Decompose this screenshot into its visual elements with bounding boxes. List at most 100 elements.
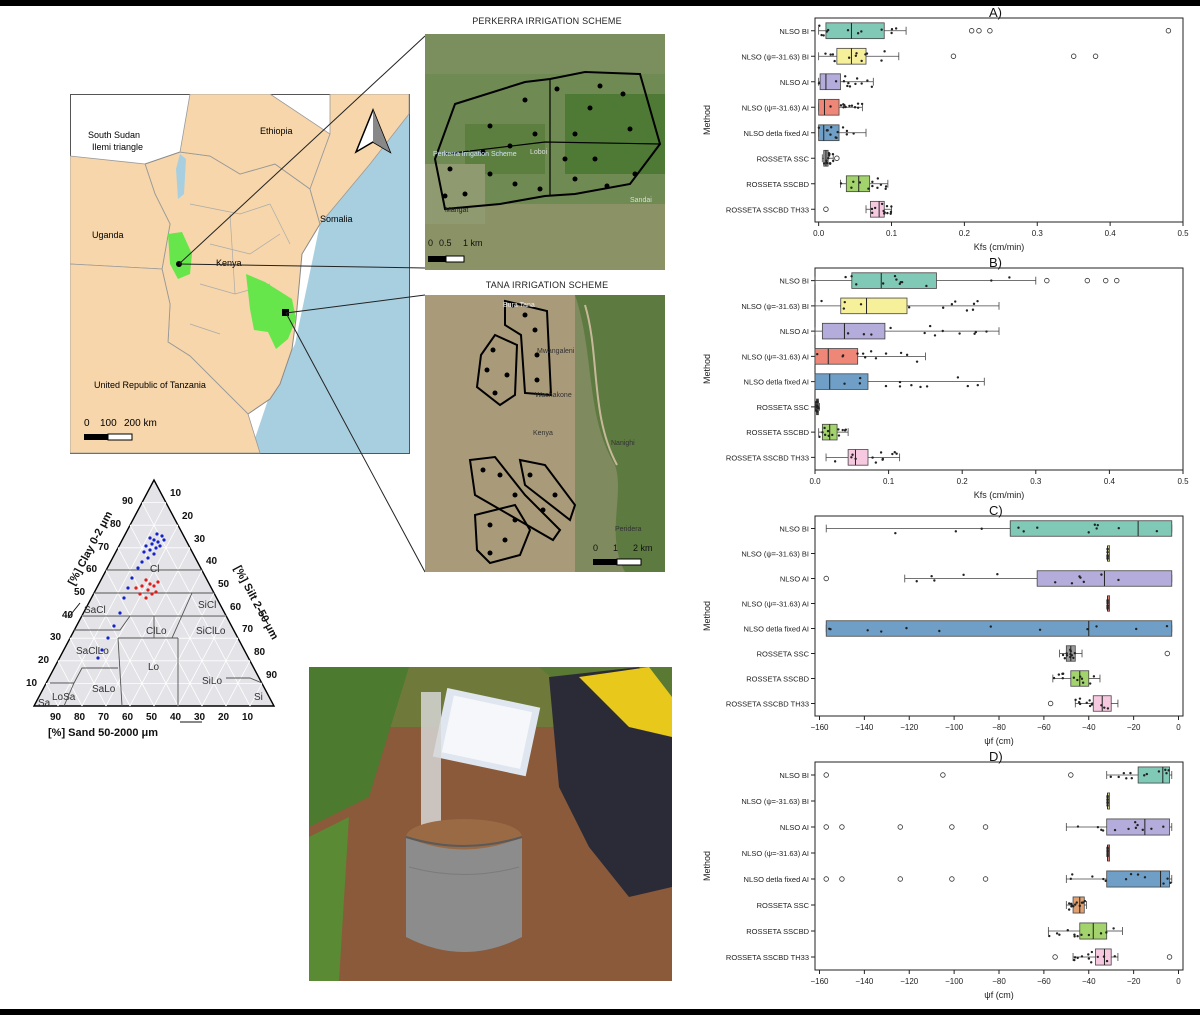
x-axis-label: Kfs (cm/min) xyxy=(974,242,1025,252)
sample-point xyxy=(833,460,837,463)
sample-point xyxy=(814,409,818,412)
x-tick-label: −40 xyxy=(1082,723,1096,732)
sample-point xyxy=(1071,873,1074,876)
sample-point xyxy=(1068,902,1071,905)
svg-text:10: 10 xyxy=(170,488,182,499)
sample-point xyxy=(837,434,841,437)
sample-point xyxy=(856,102,860,105)
sample-point xyxy=(876,186,879,190)
panel-title: C) xyxy=(989,504,1003,518)
sample-point xyxy=(1167,769,1170,772)
sample-point xyxy=(1106,794,1109,798)
sample-point xyxy=(905,353,909,357)
sample-point xyxy=(1057,673,1061,676)
svg-text:30: 30 xyxy=(50,632,62,643)
sample-point xyxy=(1076,935,1079,938)
category-label: NLSO (ψ=-31.63) BI xyxy=(741,302,809,311)
y-axis-label: Method xyxy=(702,851,712,881)
sample-point xyxy=(1134,826,1138,830)
sample-point xyxy=(1106,797,1109,801)
sample-point xyxy=(884,352,888,355)
sample-point xyxy=(822,34,825,37)
sample-point xyxy=(879,183,883,186)
sample-point xyxy=(854,457,857,460)
sample-point xyxy=(1073,958,1076,962)
sample-point xyxy=(860,30,863,33)
sample-point xyxy=(843,75,847,78)
sample-point xyxy=(880,202,884,206)
sample-point xyxy=(976,383,979,387)
boxplot-panel-b: B) 0.0 0.1 0.2 0.3 0.4 0.5 Kfs (cm/min) Method NL… xyxy=(702,256,1189,500)
sample-point xyxy=(1099,932,1103,935)
sample-point xyxy=(1165,624,1169,628)
sample-point xyxy=(1076,678,1079,682)
sample-point xyxy=(825,159,828,162)
box xyxy=(851,272,937,289)
sample-point xyxy=(1166,877,1169,880)
svg-text:90: 90 xyxy=(122,496,134,507)
sample-point xyxy=(894,27,898,30)
class-sacllo: SaClLo xyxy=(76,646,109,657)
sample-point xyxy=(1129,771,1132,775)
sample-point xyxy=(1087,953,1090,956)
sample-point xyxy=(989,625,992,628)
sample-point xyxy=(1066,929,1069,932)
sample-point xyxy=(827,434,830,437)
sample-point xyxy=(1080,677,1084,680)
sample-point xyxy=(1143,876,1147,879)
category-label: NLSO detla fixed AI xyxy=(744,378,809,387)
sample-point xyxy=(1061,677,1064,680)
sample-point xyxy=(880,630,883,633)
sample-point xyxy=(1162,882,1165,885)
x-tick-label: 0.4 xyxy=(1104,477,1116,486)
x-tick-label: −40 xyxy=(1082,977,1096,986)
panel-title: D) xyxy=(989,750,1003,764)
sample-point xyxy=(860,59,863,63)
soil-texture-triangle: Cl SaCl SiCl ClLo SiClLo SaClLo Lo SaLo … xyxy=(26,478,281,739)
sample-point xyxy=(839,182,843,185)
sample-point xyxy=(831,433,834,437)
sample-point xyxy=(869,350,873,353)
box xyxy=(1009,520,1173,537)
sample-point xyxy=(962,573,965,577)
box xyxy=(814,348,859,365)
sample-point xyxy=(1096,825,1100,829)
sample-point xyxy=(1125,777,1128,780)
sample-point xyxy=(1055,932,1059,935)
sample-point xyxy=(1052,676,1056,680)
sample-point xyxy=(852,180,855,183)
category-label: NLSO (ψ=-31.63) BI xyxy=(741,797,809,806)
sample-point xyxy=(1113,828,1117,832)
sample-point xyxy=(847,81,850,85)
sample-point xyxy=(941,329,944,333)
x-tick-label: 0.3 xyxy=(1030,477,1042,486)
sample-point xyxy=(848,85,852,88)
sample-point xyxy=(996,573,999,576)
sample-point xyxy=(954,300,957,303)
sample-point xyxy=(1145,772,1149,776)
sample-point xyxy=(816,352,819,356)
perkerra-scheme-label: Perkerra Irrigation Scheme xyxy=(433,151,517,158)
svg-text:80: 80 xyxy=(74,712,86,723)
sample-point xyxy=(895,452,898,455)
sample-point xyxy=(836,130,839,134)
box xyxy=(825,22,885,40)
sample-point xyxy=(1048,934,1051,938)
category-label: NLSO BI xyxy=(779,277,809,286)
boxplot-panel-d: D) −160 −140 −120 −100 −80 −60 −40 −20 0 ψf (cm) Me… xyxy=(702,750,1184,1000)
x-tick-label: −120 xyxy=(900,723,919,732)
x-tick-label: −60 xyxy=(1037,723,1051,732)
sample-point xyxy=(1087,531,1090,534)
sample-point xyxy=(1070,905,1073,908)
sample-point xyxy=(861,352,865,355)
sample-point xyxy=(850,104,854,107)
sample-point xyxy=(846,84,849,88)
sample-point xyxy=(1093,523,1097,526)
x-tick-label: 0.2 xyxy=(957,477,969,486)
perkerra-scale-05: 0.5 xyxy=(439,238,452,248)
sample-point xyxy=(1082,580,1085,584)
sample-point xyxy=(894,531,897,535)
sample-point xyxy=(930,575,933,578)
sample-point xyxy=(925,385,929,388)
sample-point xyxy=(847,56,851,59)
